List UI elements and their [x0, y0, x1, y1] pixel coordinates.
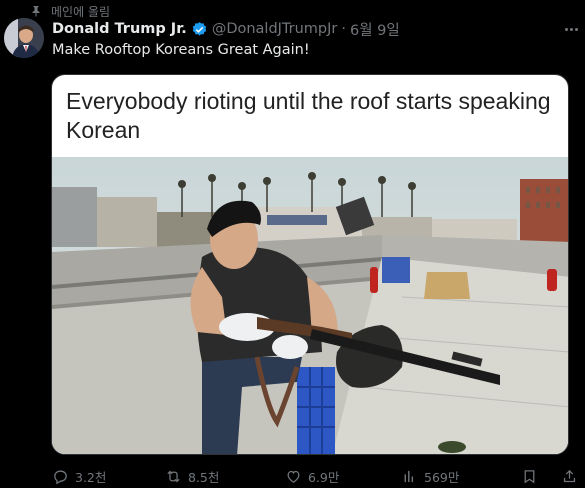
pinned-banner: 메인에 올림: [30, 3, 110, 19]
bookmark-button[interactable]: [521, 466, 538, 486]
views-button[interactable]: 569만: [401, 466, 459, 486]
more-options-icon[interactable]: [562, 20, 580, 38]
retweet-button[interactable]: 8.5천: [165, 466, 219, 486]
author-name[interactable]: Donald Trump Jr.: [52, 21, 187, 37]
share-icon: [563, 469, 576, 482]
avatar[interactable]: [4, 18, 44, 58]
rooftop-photo: [52, 157, 568, 454]
action-bar: 3.2천 8.5천 6.9만 569만: [52, 466, 582, 486]
retweet-count: 8.5천: [188, 469, 220, 485]
heart-icon: [287, 470, 300, 483]
meme-caption: Everyobody rioting until the roof starts…: [66, 88, 551, 143]
view-count: 569만: [424, 469, 460, 485]
retweet-icon: [167, 470, 180, 482]
analytics-icon: [404, 470, 414, 482]
tweet-media[interactable]: Everyobody rioting until the roof starts…: [51, 74, 569, 455]
tweet-header: Donald Trump Jr. @DonaldJTrumpJr · 6월 9일: [52, 19, 400, 39]
reply-count: 3.2천: [75, 469, 107, 485]
like-button[interactable]: 6.9만: [285, 466, 339, 486]
bookmark-icon: [524, 469, 535, 483]
pinned-label: 메인에 올림: [51, 4, 111, 19]
tweet-text: Make Rooftop Koreans Great Again!: [52, 42, 310, 58]
author-handle[interactable]: @DonaldJTrumpJr: [212, 21, 338, 37]
verified-badge-icon[interactable]: [191, 21, 208, 38]
reply-button[interactable]: 3.2천: [52, 466, 106, 486]
share-button[interactable]: [561, 466, 578, 486]
like-count: 6.9만: [308, 469, 340, 485]
pin-icon: [32, 6, 40, 17]
tweet-date[interactable]: 6월 9일: [350, 19, 400, 40]
header-separator: ·: [341, 21, 346, 37]
reply-icon: [54, 470, 67, 484]
